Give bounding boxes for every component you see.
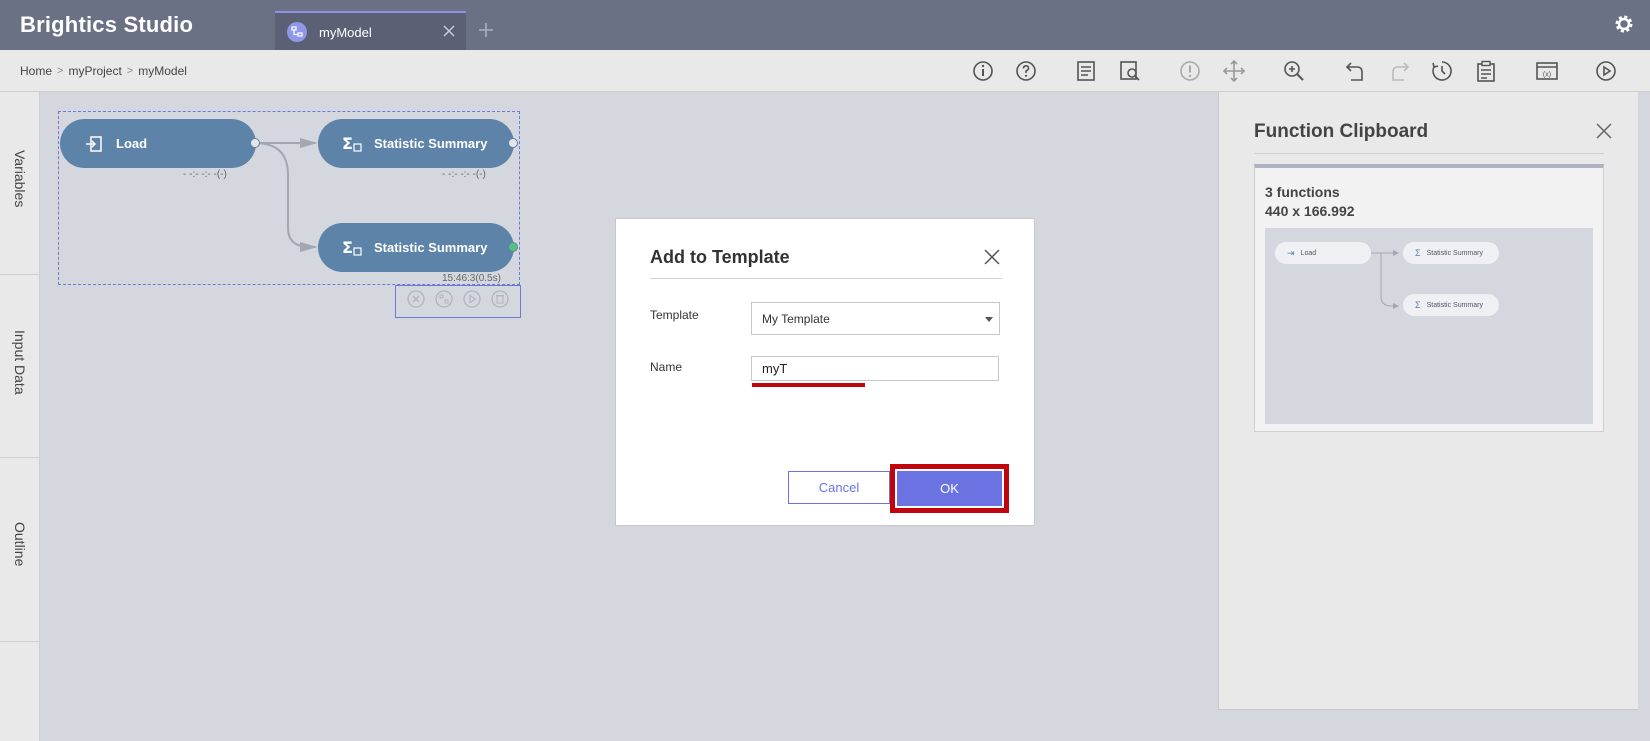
cancel-button[interactable]: Cancel [788,471,890,504]
trash-circle-icon[interactable] [490,289,510,314]
name-label: Name [650,360,683,374]
preview-node: Σ Statistic Summary [1403,242,1499,264]
clipboard-size: 440 x 166.992 [1265,203,1355,219]
preview-node: Σ Statistic Summary [1403,294,1499,316]
node-label: Statistic Summary [374,240,488,255]
caret-down-icon [985,317,993,322]
divider [650,278,1002,279]
preview-node-label: Load [1300,249,1317,257]
close-circle-icon[interactable] [406,289,426,314]
ok-button[interactable]: OK [897,471,1002,506]
preview-node-label: Statistic Summary [1426,249,1483,257]
node-action-bar [395,285,521,318]
node-statistic-summary[interactable]: Σ Statistic Summary [318,119,514,168]
clipboard-count: 3 functions [1265,184,1340,200]
clipboard-title: Function Clipboard [1254,121,1429,142]
template-select-value: My Template [762,312,830,326]
add-to-template-dialog: Add to Template Template My Template Nam… [615,218,1035,526]
function-clipboard-panel: Function Clipboard 3 functions 440 x 166… [1218,92,1638,710]
preview-node-label: Statistic Summary [1426,301,1483,309]
statistic-icon: Σ [1415,248,1421,258]
close-icon[interactable] [1594,121,1614,141]
preview-node: ⇥ Load [1275,242,1371,264]
output-port[interactable] [508,242,518,252]
highlight-underline [752,383,865,387]
statistic-icon: Σ [342,238,362,258]
play-circle-icon[interactable] [462,289,482,314]
output-port[interactable] [250,138,260,148]
template-select[interactable]: My Template [751,302,1000,335]
node-status: - -:- -:- -(-) [183,169,227,180]
load-icon: ⇥ [1287,247,1295,258]
statistic-icon: Σ [1415,300,1421,310]
node-load[interactable]: Load [60,119,256,168]
clipboard-preview: ⇥ Load Σ Statistic Summary Σ Statistic S… [1265,228,1593,424]
dialog-title: Add to Template [650,247,790,267]
template-label: Template [650,308,699,322]
statistic-icon: Σ [342,134,362,154]
clipboard-item[interactable]: 3 functions 440 x 166.992 ⇥ Load Σ Stati… [1254,164,1604,432]
svg-text:Σ: Σ [342,134,353,153]
output-port[interactable] [508,138,518,148]
close-icon[interactable] [982,247,1002,267]
highlight-frame: OK [890,464,1009,513]
node-label: Load [116,136,148,151]
node-status: 15:46:3(0.5s) [442,273,501,284]
node-label: Statistic Summary [374,136,488,151]
node-statistic-summary[interactable]: Σ Statistic Summary [318,223,514,272]
node-status: - -:- -:- -(-) [442,169,486,180]
name-input[interactable] [751,356,999,381]
load-icon [84,134,104,154]
divider [1254,153,1604,154]
model-link-icon[interactable] [434,289,454,314]
svg-text:Σ: Σ [342,238,353,257]
